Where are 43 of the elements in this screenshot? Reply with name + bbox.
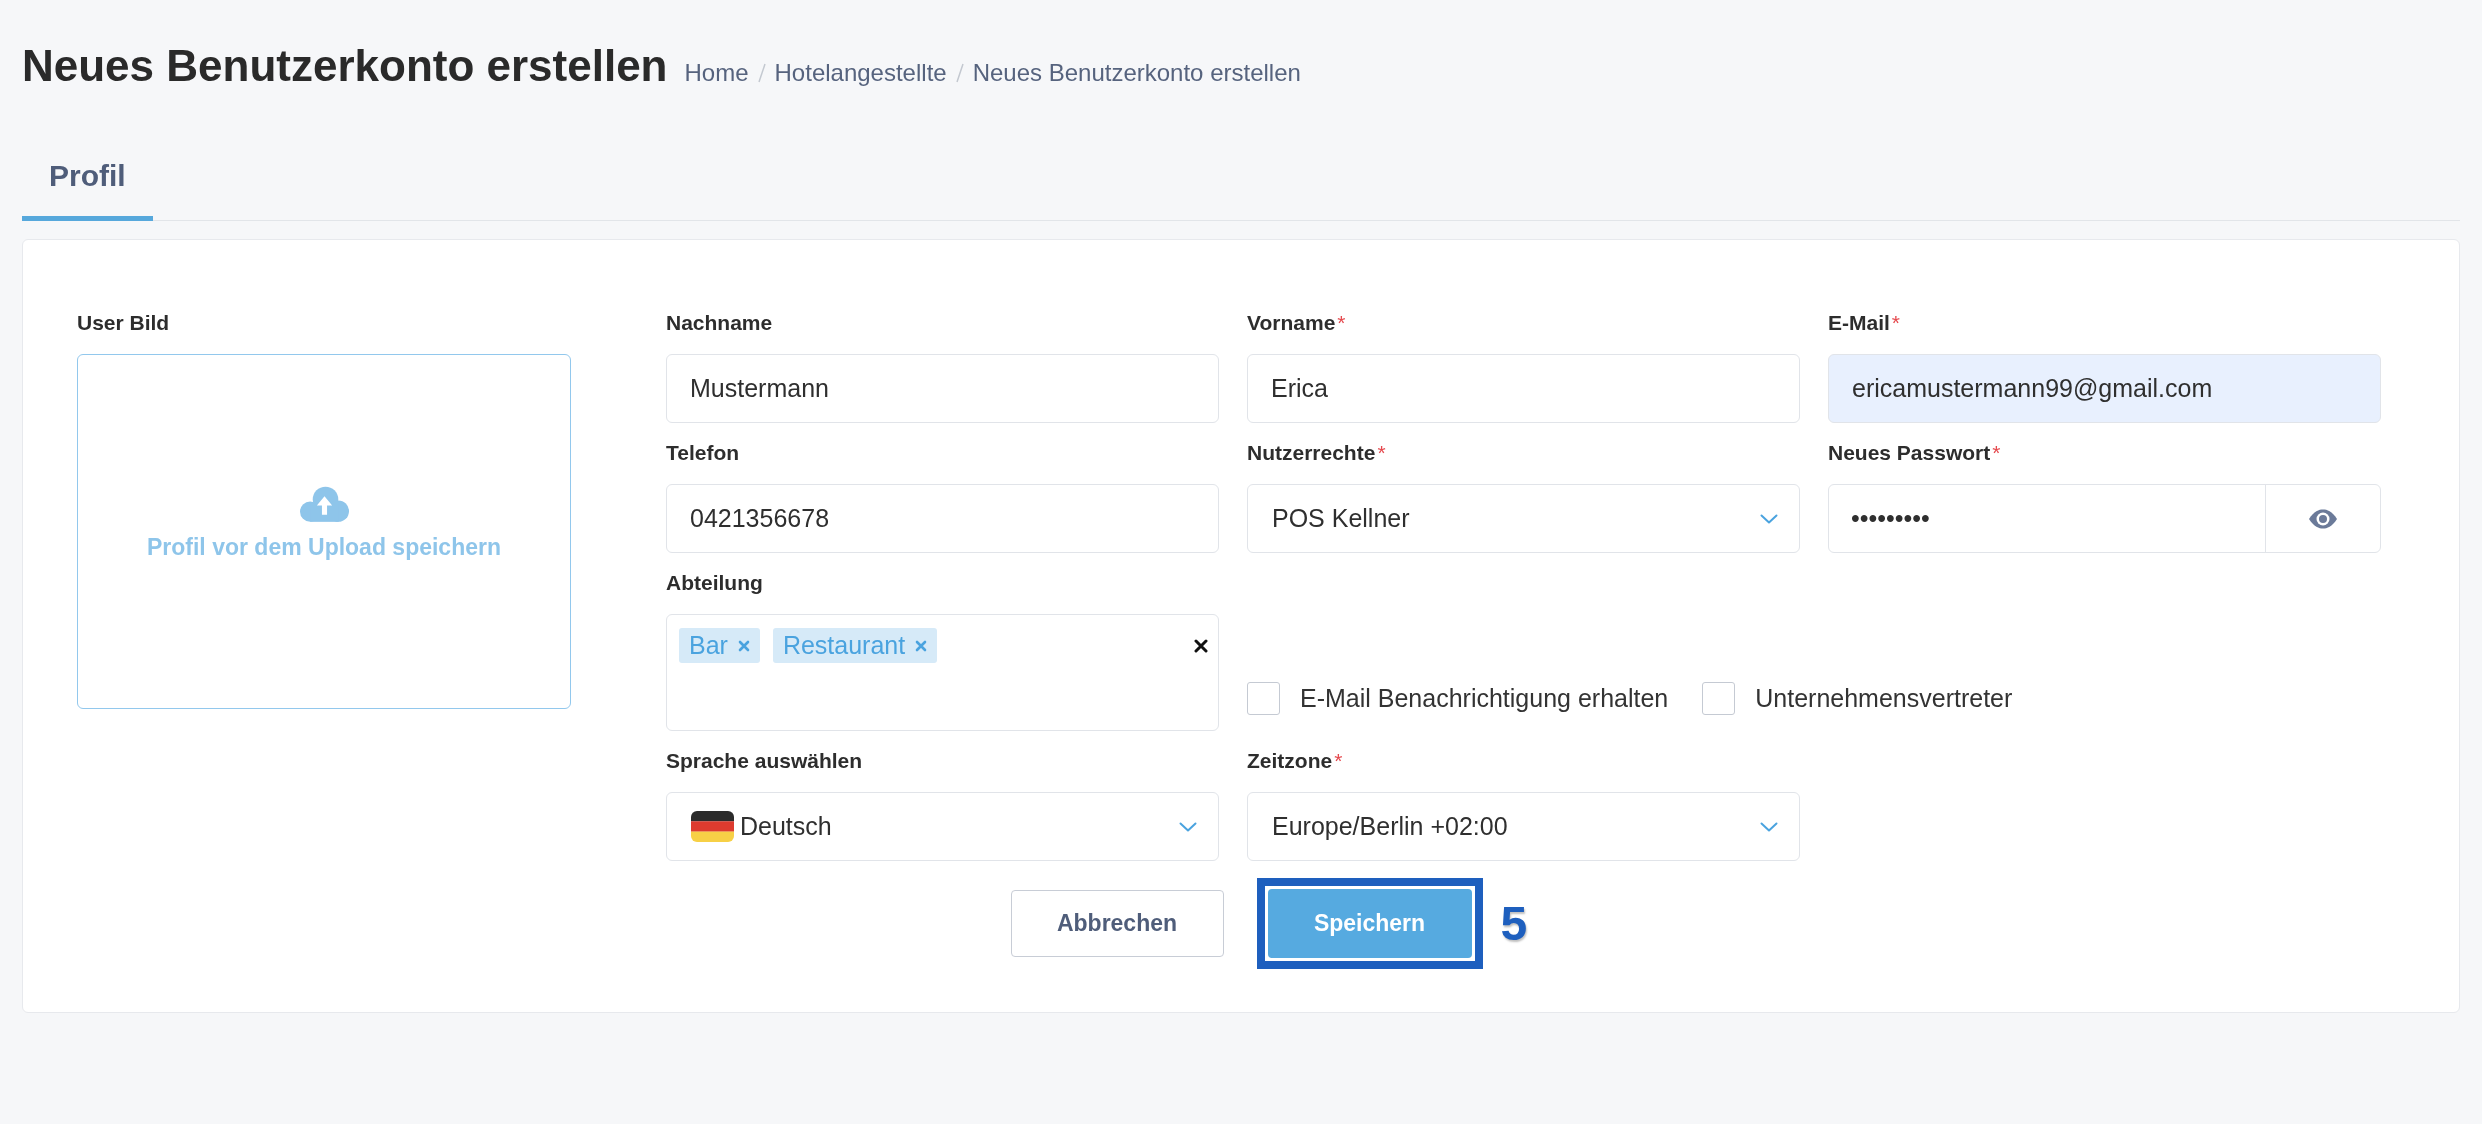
checkbox[interactable] — [1702, 682, 1736, 715]
dropdown-field[interactable]: Deutsch — [666, 792, 1219, 861]
field-label: E-Mail* — [1828, 310, 1902, 336]
field-label: Nutzerrechte* — [1247, 440, 1387, 466]
breadcrumb-current-page: Neues Benutzerkonto erstellen — [972, 59, 1301, 87]
password-field[interactable]: ••••••••• — [1828, 484, 2381, 553]
dropdown-field[interactable]: POS Kellner — [1247, 484, 1800, 553]
field-label: Abteilung — [666, 570, 764, 596]
eye-icon — [2308, 508, 2338, 529]
field-label: Neues Passwort* — [1828, 440, 2002, 466]
chevron-down-icon[interactable] — [1179, 821, 1197, 832]
tag-label: Restaurant — [782, 631, 906, 660]
field-label: Sprache auswählen — [666, 748, 864, 774]
cloud-upload-icon — [299, 486, 349, 524]
breadcrumb-link[interactable]: Hotelangestellte — [774, 59, 947, 87]
page-title: Neues Benutzerkonto erstellen — [22, 41, 668, 91]
checkbox-label[interactable]: E-Mail Benachrichtigung erhalten — [1300, 684, 1669, 713]
remove-icon[interactable] — [737, 639, 750, 652]
tab[interactable]: Profil — [22, 138, 153, 221]
slash-icon — [955, 63, 964, 83]
field-label: Zeitzone* — [1247, 748, 1344, 774]
upload-hint: Profil vor dem Upload speichern — [147, 534, 501, 561]
input-field[interactable]: Mustermann — [666, 354, 1219, 423]
remove-icon[interactable] — [915, 639, 928, 652]
breadcrumb-link[interactable]: Home — [684, 59, 749, 87]
field-label: Vorname* — [1247, 310, 1347, 336]
input-field[interactable]: ericamustermann99@gmail.com — [1828, 354, 2381, 423]
step-number: 5 — [1500, 899, 1528, 948]
cancel-button[interactable]: Abbrechen — [1010, 890, 1224, 957]
field-label: Telefon — [666, 440, 741, 466]
checkbox[interactable] — [1247, 682, 1280, 715]
chevron-down-icon[interactable] — [1760, 821, 1778, 832]
flag-icon — [691, 811, 734, 842]
slash-icon — [757, 63, 766, 83]
input-field[interactable]: 0421356678 — [666, 484, 1219, 553]
clear-icon[interactable] — [1194, 639, 1208, 653]
input-field[interactable]: Erica — [1247, 354, 1800, 423]
chevron-down-icon[interactable] — [1760, 513, 1778, 524]
tag-label: Bar — [689, 631, 728, 660]
field-label: Nachname — [666, 310, 774, 336]
checkbox-label[interactable]: Unternehmensvertreter — [1755, 684, 2013, 713]
dropdown-field[interactable]: Europe/Berlin +02:00 — [1247, 792, 1800, 861]
field-label: User Bild — [77, 310, 171, 336]
